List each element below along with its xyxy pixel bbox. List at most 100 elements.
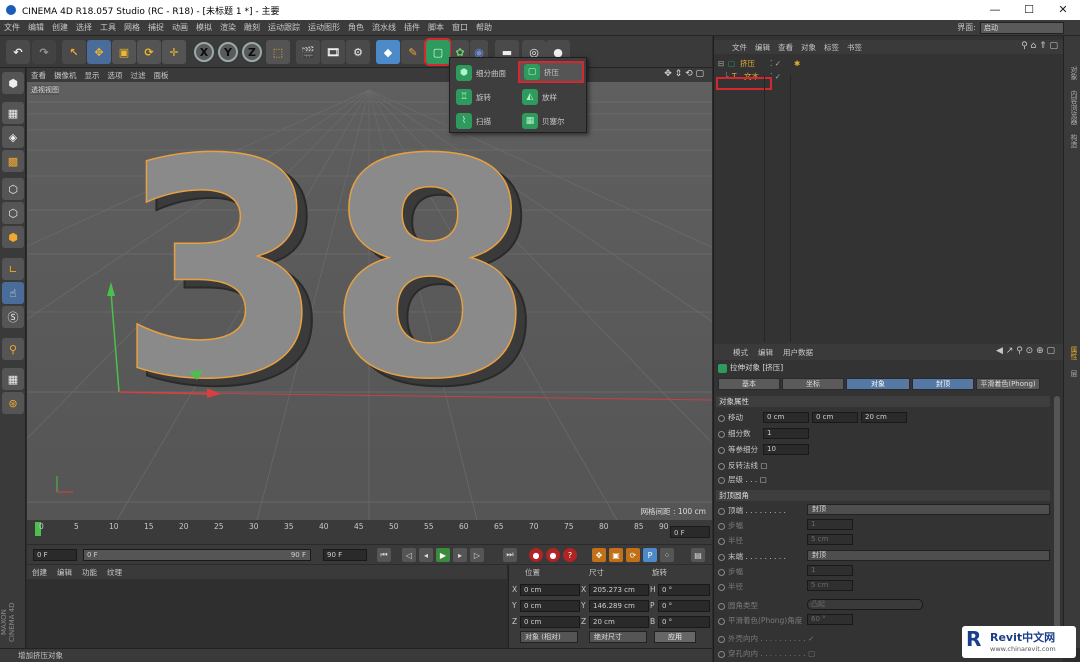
tab-structure[interactable]: 构造 (1066, 134, 1079, 148)
viewport-nav-icons[interactable]: ✥ ⇕ ⟲ ▢ (660, 69, 708, 79)
y-axis-lock-icon[interactable]: Y (218, 42, 238, 62)
material-menu-edit[interactable]: 编辑 (52, 567, 77, 578)
grid-lock-icon[interactable]: ▦ (2, 368, 24, 390)
loft-item[interactable]: ◭ 放样 (518, 86, 584, 108)
menu-mograph[interactable]: 运动图形 (304, 22, 344, 33)
isoparm-field[interactable]: 10 (763, 444, 809, 455)
go-to-end-icon[interactable]: ⏭ (503, 548, 517, 562)
model-mode-icon[interactable]: ▦ (2, 102, 24, 124)
keyframe-selection-icon[interactable]: ? (563, 548, 577, 562)
tab-attributes[interactable]: 属性 (1066, 346, 1079, 360)
tab-objects[interactable]: 对象 (1066, 66, 1079, 80)
next-frame-icon[interactable]: ▸ (453, 548, 467, 562)
flip-normals-option[interactable]: 反转法线 ▢ (718, 460, 767, 471)
tab-content-browser[interactable]: 内容浏览器 (1066, 90, 1079, 125)
tab-layers[interactable]: 层 (1066, 370, 1079, 377)
material-menu-texture[interactable]: 纹理 (102, 567, 127, 578)
workplane-mode-icon[interactable]: ▩ (2, 150, 24, 172)
range-slider[interactable]: 0 F 90 F (83, 549, 311, 561)
generators-subdivision-icon[interactable]: ▢ (424, 38, 452, 66)
om-menu-bookmarks[interactable]: 书签 (843, 42, 866, 53)
fillet-type-select[interactable]: 凸起 (807, 599, 923, 610)
scale-tool-icon[interactable]: ▣ (112, 40, 136, 64)
menu-help[interactable]: 帮助 (472, 22, 496, 33)
auto-keying-icon[interactable]: ● (546, 548, 560, 562)
menu-character[interactable]: 角色 (344, 22, 368, 33)
move-tool-icon[interactable]: ✥ (87, 40, 111, 64)
object-row-extrude[interactable]: ⊟ ▢ 挤压 ⁚ ✓ ✱ (714, 58, 1064, 70)
lathe-item[interactable]: ♖ 旋转 (452, 86, 518, 108)
timeline[interactable]: 0 5 10 15 20 25 30 35 40 45 50 55 60 65 … (27, 520, 712, 544)
rotate-tool-icon[interactable]: ⟳ (137, 40, 161, 64)
minimize-button[interactable]: — (978, 0, 1012, 20)
polygons-mode-icon[interactable]: ⬢ (2, 226, 24, 248)
go-to-start-icon[interactable]: ⏮ (377, 548, 391, 562)
render-picture-viewer-icon[interactable]: 🎞 (321, 40, 345, 64)
start-frame-field[interactable]: 0 F (33, 549, 77, 561)
tab-phong[interactable]: 平滑着色(Phong) (976, 378, 1040, 390)
hierarchical-option[interactable]: 层级 . . . ▢ (718, 474, 767, 485)
pla-key-icon[interactable]: ⁘ (660, 548, 674, 562)
sweep-item[interactable]: ⌇ 扫描 (452, 110, 518, 132)
pos-x-field[interactable]: 0 cm (520, 584, 580, 596)
visibility-toggle-icon[interactable]: ⁚ ✓ (770, 58, 781, 70)
render-settings-icon[interactable]: ⚙ (346, 40, 370, 64)
undo-icon[interactable]: ↶ (6, 40, 30, 64)
material-manager-panel[interactable] (27, 579, 507, 649)
redo-icon[interactable]: ↷ (32, 40, 56, 64)
apply-button[interactable]: 应用 (654, 631, 696, 643)
material-menu-function[interactable]: 功能 (77, 567, 102, 578)
menu-file[interactable]: 文件 (0, 22, 24, 33)
pen-spline-icon[interactable]: ✎ (401, 40, 425, 64)
edges-mode-icon[interactable]: ⬡ (2, 202, 24, 224)
rotation-key-icon[interactable]: ⟳ (626, 548, 640, 562)
menu-sculpt[interactable]: 雕刻 (240, 22, 264, 33)
tab-caps[interactable]: 封顶 (912, 378, 974, 390)
attribute-scrollbar[interactable] (1054, 396, 1060, 646)
am-nav-icons[interactable]: ◀ ↗ ⚲ ⊙ ⊕ ▢ (991, 346, 1060, 356)
scale-key-icon[interactable]: ▣ (609, 548, 623, 562)
soft-selection-icon[interactable]: ⊛ (2, 392, 24, 414)
tweak-mode-icon[interactable]: ☝ (2, 282, 24, 304)
rot-p-field[interactable]: 0 ° (658, 600, 710, 612)
object-list[interactable]: ⊟ ▢ 挤压 ⁚ ✓ ✱ └ T 文本 ⁚ ✓ (714, 56, 1064, 362)
coordinate-system-icon[interactable]: ⬚ (266, 40, 290, 64)
size-x-field[interactable]: 205.273 cm (589, 584, 649, 596)
texture-mode-icon[interactable]: ◈ (2, 126, 24, 148)
position-key-icon[interactable]: ✥ (592, 548, 606, 562)
maximize-button[interactable]: ☐ (1012, 0, 1046, 20)
pos-z-field[interactable]: 0 cm (520, 616, 580, 628)
live-select-icon[interactable]: ↖ (62, 40, 86, 64)
menu-snap[interactable]: 捕捉 (144, 22, 168, 33)
size-z-field[interactable]: 20 cm (589, 616, 649, 628)
start-steps-field[interactable]: 1 (807, 519, 853, 530)
menu-tools[interactable]: 工具 (96, 22, 120, 33)
menu-motion-tracking[interactable]: 运动跟踪 (264, 22, 304, 33)
parameter-key-icon[interactable]: P (643, 548, 657, 562)
menu-pipeline[interactable]: 流水线 (368, 22, 400, 33)
pos-y-field[interactable]: 0 cm (520, 600, 580, 612)
coordinate-mode-select[interactable]: 对象 (相对) (520, 631, 578, 643)
hole-inwards-option[interactable]: 穿孔向内 . . . . . . . . . . ▢ (718, 648, 815, 659)
am-menu-edit[interactable]: 编辑 (753, 347, 778, 358)
layout-select[interactable]: 启动 (980, 22, 1064, 34)
next-key-icon[interactable]: ▷ (470, 548, 484, 562)
om-menu-edit[interactable]: 编辑 (751, 42, 774, 53)
start-cap-select[interactable]: 封顶 (807, 504, 1050, 515)
viewport-menu-display[interactable]: 显示 (81, 70, 104, 81)
snap-icon[interactable]: Ⓢ (2, 306, 24, 328)
workplane-lock-icon[interactable]: ⚲ (2, 338, 24, 360)
menu-script[interactable]: 脚本 (424, 22, 448, 33)
am-menu-mode[interactable]: 模式 (728, 347, 753, 358)
menu-mesh[interactable]: 网格 (120, 22, 144, 33)
tree-collapse-icon[interactable]: ⊟ (718, 58, 724, 70)
end-frame-field[interactable]: 90 F (323, 549, 367, 561)
menu-simulate[interactable]: 模拟 (192, 22, 216, 33)
prev-frame-icon[interactable]: ◂ (419, 548, 433, 562)
viewport-menu-camera[interactable]: 摄像机 (50, 70, 81, 81)
make-editable-icon[interactable]: ⬢ (2, 72, 24, 94)
phong-tag-icon[interactable]: ✱ (794, 58, 800, 70)
move-y-field[interactable]: 0 cm (812, 412, 858, 423)
axis-mode-icon[interactable]: ∟ (2, 258, 24, 280)
tab-basic[interactable]: 基本 (718, 378, 780, 390)
